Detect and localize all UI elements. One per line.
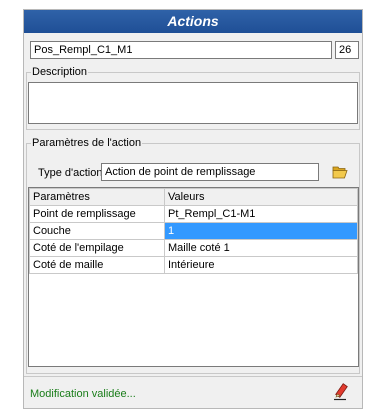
description-legend: Description bbox=[32, 66, 88, 78]
window-title: Actions bbox=[24, 10, 362, 33]
action-name-field[interactable]: Pos_Rempl_C1_M1 bbox=[30, 41, 332, 59]
param-cell: Couche bbox=[29, 222, 165, 240]
column-header-values[interactable]: Valeurs bbox=[164, 188, 358, 206]
folder-open-icon[interactable] bbox=[330, 162, 350, 182]
value-cell[interactable]: Maille coté 1 bbox=[164, 239, 358, 257]
table-row[interactable]: Coté de l'empilage Maille coté 1 bbox=[29, 239, 358, 257]
action-params-legend: Paramètres de l'action bbox=[32, 137, 142, 149]
description-field[interactable] bbox=[28, 82, 358, 124]
parameters-table: Paramètres Valeurs Point de remplissage … bbox=[28, 187, 359, 367]
param-cell: Coté de maille bbox=[29, 256, 165, 274]
column-header-parameters[interactable]: Paramètres bbox=[29, 188, 165, 206]
table-row[interactable]: Point de remplissage Pt_Rempl_C1-M1 bbox=[29, 205, 358, 223]
table-header-row: Paramètres Valeurs bbox=[29, 188, 358, 206]
pencil-icon[interactable] bbox=[331, 382, 351, 402]
status-divider bbox=[24, 376, 362, 377]
action-type-field[interactable]: Action de point de remplissage bbox=[101, 163, 319, 181]
param-cell: Coté de l'empilage bbox=[29, 239, 165, 257]
table-row[interactable]: Couche 1 bbox=[29, 222, 358, 240]
value-cell[interactable]: 1 bbox=[164, 222, 358, 240]
action-number-field[interactable]: 26 bbox=[335, 41, 359, 59]
status-message: Modification validée... bbox=[30, 388, 136, 400]
table-row[interactable]: Coté de maille Intérieure bbox=[29, 256, 358, 274]
actions-panel: Actions Pos_Rempl_C1_M1 26 Description P… bbox=[23, 9, 363, 409]
action-type-label: Type d'action bbox=[38, 167, 103, 179]
value-cell[interactable]: Pt_Rempl_C1-M1 bbox=[164, 205, 358, 223]
param-cell: Point de remplissage bbox=[29, 205, 165, 223]
value-cell[interactable]: Intérieure bbox=[164, 256, 358, 274]
